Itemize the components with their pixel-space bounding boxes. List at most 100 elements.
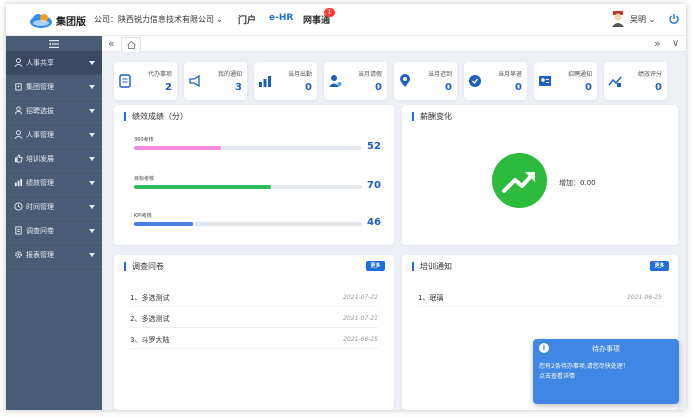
panel-title: 薪酬变化 bbox=[412, 112, 452, 121]
salary-change-text: 增加：0.00 bbox=[559, 179, 596, 187]
nav-portal[interactable]: 门户 bbox=[238, 13, 256, 26]
sidebar-item-label: 人事管理 bbox=[26, 130, 54, 139]
stat-value: 0 bbox=[585, 82, 592, 93]
tabs-scroll-right-icon[interactable]: » bbox=[654, 37, 661, 50]
kpi-bar-360 bbox=[134, 146, 362, 150]
caret-down-icon bbox=[89, 61, 95, 65]
user-leave-icon bbox=[329, 75, 342, 87]
sidebar-item-label: 人事共享 bbox=[26, 58, 54, 67]
training-item-date: 2021-06-25 bbox=[627, 294, 662, 301]
salary-trend-badge bbox=[492, 153, 547, 208]
stat-card-notices[interactable]: 我的通知 3 bbox=[184, 62, 247, 100]
stat-card-performance-score[interactable]: 绩效评分 0 bbox=[604, 62, 667, 100]
sidebar-item-recruitment[interactable]: 招聘选拔 bbox=[6, 99, 102, 123]
todo-icon bbox=[119, 74, 131, 88]
tabs-scroll-left-icon[interactable]: « bbox=[108, 37, 115, 50]
sidebar-item-performance[interactable]: 绩效管理 bbox=[6, 171, 102, 195]
gear-icon bbox=[15, 251, 22, 258]
stat-label: 招聘通知 bbox=[567, 71, 592, 78]
kpi-label-360: 360考核 bbox=[134, 137, 154, 143]
caret-down-icon bbox=[89, 253, 95, 257]
caret-down-icon bbox=[89, 85, 95, 89]
sidebar-item-hr-sharing[interactable]: 人事共享 bbox=[6, 51, 102, 75]
stat-label: 绩效评分 bbox=[637, 71, 662, 78]
avatar[interactable] bbox=[611, 11, 625, 27]
caret-down-icon bbox=[89, 109, 95, 113]
list-item[interactable]: 1、多选测试 2021-07-22 bbox=[130, 289, 378, 307]
chevron-down-icon: ⌄ bbox=[216, 15, 223, 24]
sidebar-item-survey[interactable]: 调查问卷 bbox=[6, 219, 102, 243]
stat-value: 0 bbox=[375, 82, 382, 93]
brand-name: 集团版 bbox=[56, 17, 86, 28]
thumb-icon bbox=[14, 154, 23, 163]
message-badge: 1 bbox=[324, 8, 335, 17]
company-selector[interactable]: 公司：陕西锐力信息技术有限公司 ⌄ bbox=[94, 14, 223, 25]
sidebar-item-reports[interactable]: 报表管理 bbox=[6, 243, 102, 267]
training-item-title: 1、珉璃 bbox=[418, 294, 444, 302]
id-card-icon bbox=[539, 76, 551, 86]
sidebar-item-group-management[interactable]: 集团管理 bbox=[6, 75, 102, 99]
stat-label: 当月出勤 bbox=[287, 71, 312, 78]
menu-collapse-icon bbox=[49, 39, 59, 48]
kpi-label-kpi: KPI考核 bbox=[134, 213, 152, 219]
survey-item-date: 2021-06-25 bbox=[343, 336, 378, 343]
stat-card-leave[interactable]: 当月请假 0 bbox=[324, 62, 387, 100]
list-item[interactable]: 2、多选测试 2021-07-21 bbox=[130, 310, 378, 328]
tabs-menu-icon[interactable]: ∨ bbox=[672, 38, 679, 49]
kpi-bar-fill bbox=[134, 222, 194, 226]
survey-item-date: 2021-07-22 bbox=[343, 294, 378, 301]
person-icon bbox=[15, 106, 22, 115]
chevron-down-icon: ⌄ bbox=[646, 15, 656, 24]
survey-more-button[interactable]: 更多 bbox=[366, 261, 385, 271]
list-item[interactable]: 3、斗罗大陆 2021-06-25 bbox=[130, 331, 378, 349]
kpi-value-target: 70 bbox=[367, 180, 381, 191]
sidebar: 人事共享 集团管理 招聘选拔 人事管理 培训发展 绩效管理 时间管理 调查问卷 … bbox=[6, 36, 102, 410]
stat-label: 当月迟到 bbox=[427, 71, 452, 78]
trend-icon bbox=[608, 76, 622, 87]
toast-link[interactable]: 点击查看详情 bbox=[539, 372, 629, 382]
top-bar: 集团版 公司：陕西锐力信息技术有限公司 ⌄ 门户 e-HR 网事通 1 吴明 ⌄ bbox=[6, 4, 686, 36]
survey-item-title: 2、多选测试 bbox=[130, 315, 170, 323]
kpi-label-target: 目标考核 bbox=[134, 176, 155, 182]
list-item[interactable]: 1、珉璃 2021-06-25 bbox=[418, 289, 662, 307]
salary-panel: 薪酬变化 增加：0.00 bbox=[402, 105, 678, 245]
sidebar-item-personnel[interactable]: 人事管理 bbox=[6, 123, 102, 147]
caret-down-icon bbox=[89, 181, 95, 185]
training-more-button[interactable]: 更多 bbox=[650, 261, 669, 271]
caret-down-icon bbox=[89, 229, 95, 233]
survey-item-title: 3、斗罗大陆 bbox=[130, 336, 170, 344]
user-name: 吴明 bbox=[630, 15, 646, 24]
sidebar-item-time[interactable]: 时间管理 bbox=[6, 195, 102, 219]
sidebar-item-training[interactable]: 培训发展 bbox=[6, 147, 102, 171]
nav-ehr[interactable]: e-HR bbox=[269, 13, 293, 23]
user-menu[interactable]: 吴明 ⌄ bbox=[630, 14, 655, 25]
sidebar-toggle[interactable] bbox=[6, 36, 102, 51]
survey-panel: 调查问卷 更多 1、多选测试 2021-07-22 2、多选测试 2021-07… bbox=[114, 255, 394, 410]
stat-card-attendance[interactable]: 当月出勤 0 bbox=[254, 62, 317, 100]
sidebar-item-label: 时间管理 bbox=[26, 202, 54, 211]
stat-card-recruitment[interactable]: 招聘通知 0 bbox=[534, 62, 597, 100]
stat-value: 0 bbox=[515, 82, 522, 93]
performance-panel: 绩效成绩（分） 360考核 52 目标考核 70 KPI考核 46 bbox=[114, 105, 394, 245]
panel-title: 培训通知 bbox=[412, 262, 452, 271]
app-window: 集团版 公司：陕西锐力信息技术有限公司⌄ 门户 e-HR 网事通 1 吴明 ⌄ bbox=[6, 4, 686, 410]
stat-card-early-leave[interactable]: 当月早退 0 bbox=[464, 62, 527, 100]
stats-row: 代办事项 2 我的通知 3 当月出勤 0 当月请假 0 当月迟到 0 当月早退 … bbox=[114, 62, 674, 100]
todo-notification-toast[interactable]: i 待办事项 您有2条待办事项,请您尽快处理！ 点击查看详情 bbox=[533, 339, 679, 404]
toast-message: 您有2条待办事项,请您尽快处理！ bbox=[539, 363, 629, 370]
location-icon bbox=[400, 74, 410, 87]
stat-value: 0 bbox=[445, 82, 452, 93]
stat-label: 当月请假 bbox=[357, 71, 382, 78]
user-icon bbox=[14, 58, 23, 67]
stat-card-todo[interactable]: 代办事项 2 bbox=[114, 62, 177, 100]
trend-up-icon bbox=[502, 172, 535, 193]
caret-down-icon bbox=[89, 157, 95, 161]
stat-value: 3 bbox=[235, 82, 242, 93]
tab-home[interactable] bbox=[121, 37, 141, 52]
tab-bar: « » ∨ bbox=[102, 36, 686, 52]
power-icon[interactable] bbox=[668, 13, 680, 25]
stat-card-late[interactable]: 当月迟到 0 bbox=[394, 62, 457, 100]
kpi-bar-kpi bbox=[134, 222, 362, 226]
company-name: 公司：陕西锐力信息技术有限公司 bbox=[94, 15, 214, 24]
cloud-logo-icon bbox=[30, 14, 52, 28]
